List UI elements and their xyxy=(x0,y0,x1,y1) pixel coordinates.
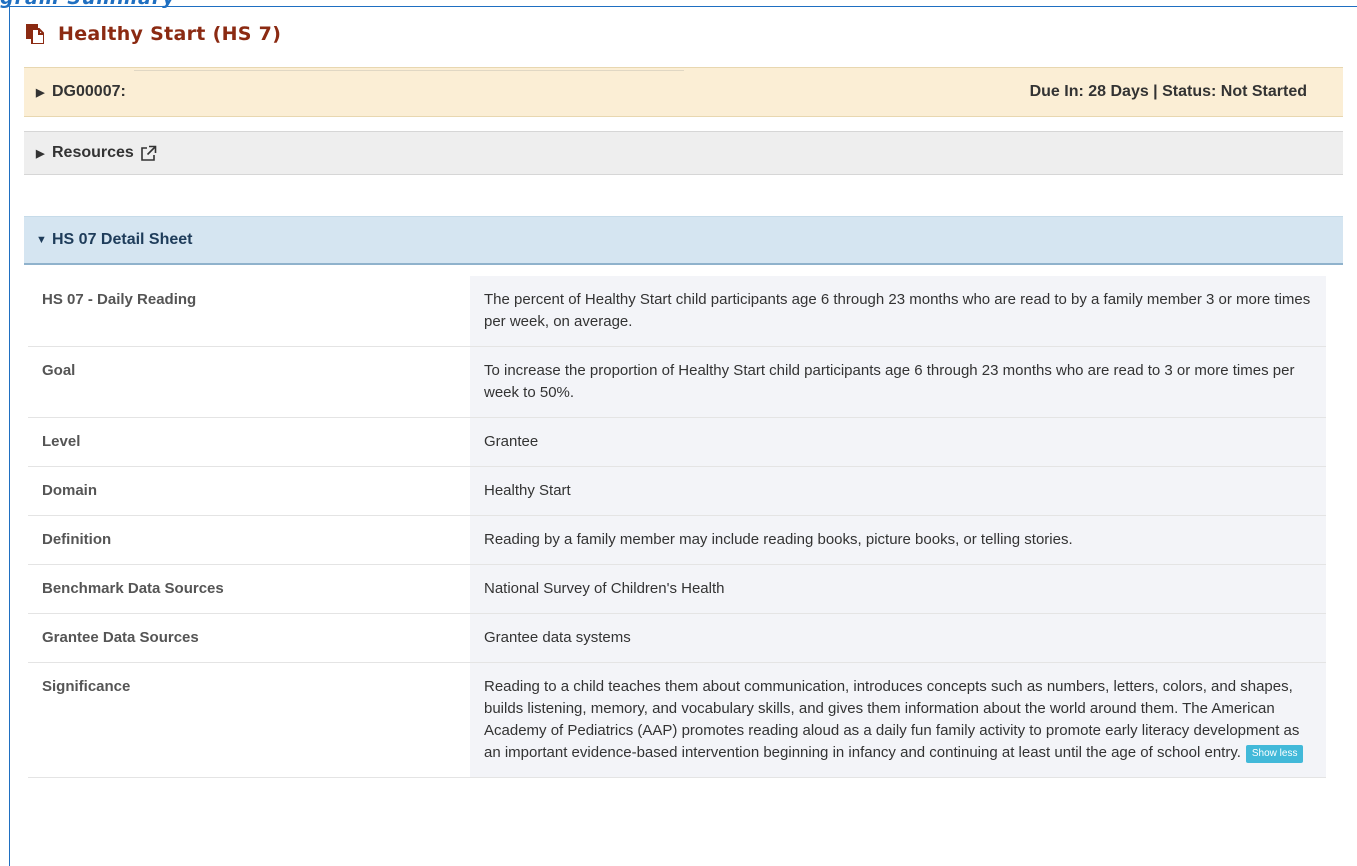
detail-label: Benchmark Data Sources xyxy=(42,580,224,597)
detail-value: Reading by a family member may include r… xyxy=(470,516,1326,564)
detail-row: Domain Healthy Start xyxy=(28,467,1326,516)
detail-row: Grantee Data Sources Grantee data system… xyxy=(28,614,1326,663)
caret-right-icon: ▶ xyxy=(36,147,45,160)
detail-value: To increase the proportion of Healthy St… xyxy=(470,347,1326,417)
caret-down-icon: ▼ xyxy=(36,234,47,246)
detail-label: Level xyxy=(42,433,81,450)
divider xyxy=(134,70,684,71)
detail-label: HS 07 - Daily Reading xyxy=(42,291,197,308)
accordion-resources-label: Resources xyxy=(52,144,134,161)
significance-text: Reading to a child teaches them about co… xyxy=(484,678,1300,761)
detail-row: Definition Reading by a family member ma… xyxy=(28,516,1326,565)
page-title: Healthy Start (HS 7) xyxy=(26,21,281,47)
accordion-detail-sheet[interactable]: ▼ HS 07 Detail Sheet xyxy=(24,216,1343,265)
detail-label: Grantee Data Sources xyxy=(42,629,199,646)
accordion-dg-label: DG00007: xyxy=(52,83,126,100)
accordion-resources[interactable]: ▶ Resources xyxy=(24,131,1343,175)
detail-label: Goal xyxy=(42,362,76,379)
detail-value: National Survey of Children's Health xyxy=(470,565,1326,613)
detail-row: Goal To increase the proportion of Healt… xyxy=(28,347,1326,418)
detail-value: Grantee xyxy=(470,418,1326,466)
due-status: Due In: 28 Days | Status: Not Started xyxy=(1029,83,1307,100)
detail-value: Healthy Start xyxy=(470,467,1326,515)
caret-right-icon: ▶ xyxy=(36,86,45,99)
detail-row: Significance Reading to a child teaches … xyxy=(28,663,1326,778)
detail-label: Domain xyxy=(42,482,98,499)
detail-row: Level Grantee xyxy=(28,418,1326,467)
external-link-icon[interactable] xyxy=(140,145,157,162)
accordion-detail-label: HS 07 Detail Sheet xyxy=(52,231,193,248)
detail-row: Benchmark Data Sources National Survey o… xyxy=(28,565,1326,614)
detail-value: Reading to a child teaches them about co… xyxy=(470,663,1326,777)
document-copy-icon xyxy=(26,24,44,44)
accordion-dg[interactable]: ▶ DG00007: Due In: 28 Days | Status: Not… xyxy=(24,67,1343,117)
detail-label: Significance xyxy=(42,678,131,695)
detail-table: HS 07 - Daily Reading The percent of Hea… xyxy=(28,276,1326,778)
page-title-text: Healthy Start (HS 7) xyxy=(58,23,282,45)
show-less-button[interactable]: Show less xyxy=(1245,745,1304,763)
detail-value: Grantee data systems xyxy=(470,614,1326,662)
detail-row: HS 07 - Daily Reading The percent of Hea… xyxy=(28,276,1326,347)
detail-label: Definition xyxy=(42,531,112,548)
detail-value: The percent of Healthy Start child parti… xyxy=(470,276,1326,346)
